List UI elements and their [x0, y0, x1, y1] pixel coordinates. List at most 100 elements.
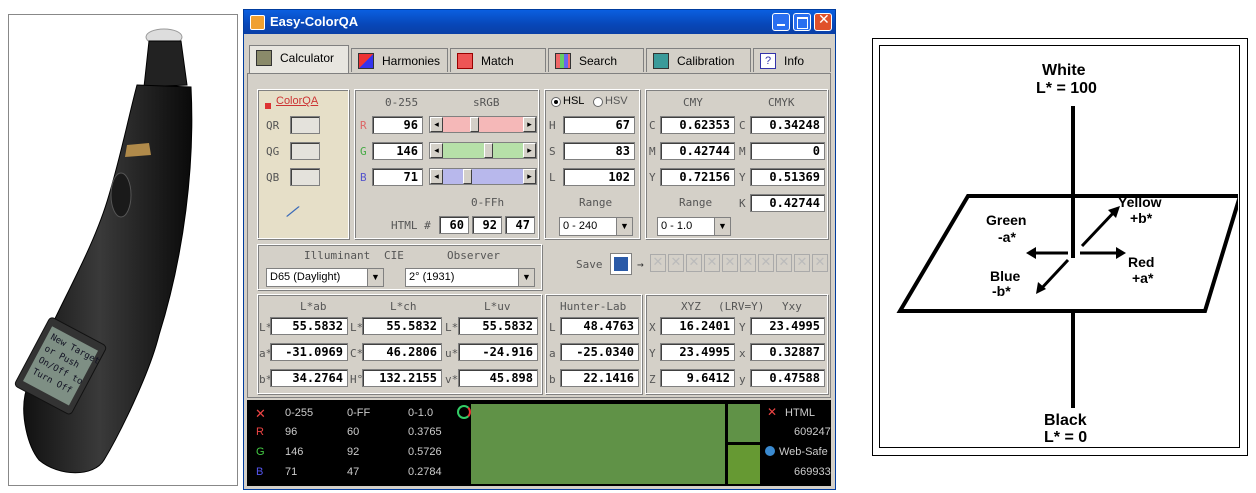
- saved-color-slot[interactable]: ✕: [794, 254, 810, 272]
- saved-color-slot[interactable]: ✕: [704, 254, 720, 272]
- b-slider[interactable]: ◂ ▸: [429, 168, 537, 185]
- r-slider-left-arrow[interactable]: ◂: [430, 117, 443, 132]
- cmyk-k-field[interactable]: 0.42744: [750, 194, 825, 212]
- luv-v-field[interactable]: 45.898: [458, 369, 538, 387]
- save-button[interactable]: [610, 253, 632, 275]
- l-label: L: [549, 171, 556, 184]
- xyz-y-field[interactable]: 23.4995: [660, 343, 735, 361]
- saved-color-slot[interactable]: ✕: [758, 254, 774, 272]
- hunter-b-label: b: [549, 373, 556, 386]
- hsl-radio[interactable]: [551, 97, 561, 107]
- lch-l-field[interactable]: 55.5832: [362, 317, 442, 335]
- saved-color-slot[interactable]: ✕: [740, 254, 756, 272]
- hsl-range-label: Range: [579, 196, 613, 209]
- lch-h-field[interactable]: 132.2155: [362, 369, 442, 387]
- saved-color-slot[interactable]: ✕: [686, 254, 702, 272]
- saved-color-slot[interactable]: ✕: [776, 254, 792, 272]
- b-value-field[interactable]: 71: [372, 168, 423, 186]
- b-slider-left-arrow[interactable]: ◂: [430, 169, 443, 184]
- tab-harmonies[interactable]: Harmonies: [351, 48, 448, 72]
- bottom-r-unit: 0.3765: [408, 426, 442, 438]
- xyz-title: XYZ: [681, 300, 701, 313]
- luv-l-field[interactable]: 55.5832: [458, 317, 538, 335]
- hunter-a-field[interactable]: -25.0340: [560, 343, 639, 361]
- cie-label: CIE: [384, 249, 404, 262]
- close-button[interactable]: ✕: [814, 12, 832, 31]
- qb-field[interactable]: [290, 168, 320, 186]
- bottom-b-label: B: [256, 466, 264, 478]
- hunter-l-field[interactable]: 48.4763: [560, 317, 639, 335]
- illuminant-select[interactable]: D65 (Daylight) ▼: [266, 268, 384, 287]
- luv-u-field[interactable]: -24.916: [458, 343, 538, 361]
- blue-label: Blue: [990, 268, 1021, 284]
- html-label: HTML: [785, 407, 815, 419]
- saved-color-slot[interactable]: ✕: [650, 254, 666, 272]
- cmy-m-field[interactable]: 0.42744: [660, 142, 735, 160]
- l-value-field[interactable]: 102: [563, 168, 635, 186]
- cmyk-y-field[interactable]: 0.51369: [750, 168, 825, 186]
- qr-field[interactable]: [290, 116, 320, 134]
- cmy-y-field[interactable]: 0.72156: [660, 168, 735, 186]
- bottom-r-label: R: [256, 426, 264, 438]
- b-slider-right-arrow[interactable]: ▸: [523, 169, 536, 184]
- lab-b-field[interactable]: 34.2764: [270, 369, 348, 387]
- xyz-x-field[interactable]: 16.2401: [660, 317, 735, 335]
- s-value-field[interactable]: 83: [563, 142, 635, 160]
- colorqa-title: ColorQA: [276, 95, 319, 107]
- lch-c-field[interactable]: 46.2806: [362, 343, 442, 361]
- saved-color-slot[interactable]: ✕: [668, 254, 684, 272]
- g-slider-right-arrow[interactable]: ▸: [523, 143, 536, 158]
- cmy-c-field[interactable]: 0.62353: [660, 116, 735, 134]
- r-slider[interactable]: ◂ ▸: [429, 116, 537, 133]
- r-value-field[interactable]: 96: [372, 116, 423, 134]
- no-picker-icon[interactable]: ✕: [255, 406, 266, 422]
- b-slider-thumb[interactable]: [463, 169, 472, 184]
- bottom-g-unit: 0.5726: [408, 446, 442, 458]
- hsv-radio[interactable]: [593, 97, 603, 107]
- bottom-b-hex: 47: [347, 466, 360, 478]
- saved-color-slot[interactable]: ✕: [722, 254, 738, 272]
- lab-a-field[interactable]: -31.0969: [270, 343, 348, 361]
- lab-l-field[interactable]: 55.5832: [270, 317, 348, 335]
- h-value-field[interactable]: 67: [563, 116, 635, 134]
- maximize-button[interactable]: [793, 13, 811, 31]
- hex-r-field[interactable]: 60: [439, 216, 469, 234]
- tab-match-label: Match: [481, 54, 514, 68]
- hex-g-field[interactable]: 92: [472, 216, 502, 234]
- saved-color-slot[interactable]: ✕: [812, 254, 828, 272]
- r-slider-thumb[interactable]: [470, 117, 479, 132]
- color-wheel-icon[interactable]: [457, 405, 471, 419]
- hsl-range-select[interactable]: 0 - 240 ▼: [559, 217, 633, 236]
- lrv-label: (LRV=Y): [718, 300, 765, 313]
- html-copy-icon[interactable]: ✕: [767, 405, 777, 419]
- r-slider-right-arrow[interactable]: ▸: [523, 117, 536, 132]
- cmy-range-value: 0 - 1.0: [661, 220, 693, 232]
- yxy-y-lower-field[interactable]: 0.47588: [750, 369, 825, 387]
- tab-calculator[interactable]: Calculator: [249, 45, 349, 73]
- qg-field[interactable]: [290, 142, 320, 160]
- tab-search[interactable]: Search: [548, 48, 644, 72]
- cmyk-c-field[interactable]: 0.34248: [750, 116, 825, 134]
- pipette-icon[interactable]: ⁄: [287, 202, 297, 223]
- yxy-x-field[interactable]: 0.32887: [750, 343, 825, 361]
- g-value-field[interactable]: 146: [372, 142, 423, 160]
- hunter-b-field[interactable]: 22.1416: [560, 369, 639, 387]
- hex-b-field[interactable]: 47: [505, 216, 535, 234]
- yxy-y-field[interactable]: 23.4995: [750, 317, 825, 335]
- minimize-button[interactable]: [772, 13, 790, 31]
- xyz-z-field[interactable]: 9.6412: [660, 369, 735, 387]
- ab-plane: [896, 194, 1238, 313]
- g-slider[interactable]: ◂ ▸: [429, 142, 537, 159]
- g-slider-thumb[interactable]: [484, 143, 493, 158]
- chevron-down-icon: ▼: [616, 218, 632, 235]
- tab-calibration[interactable]: Calibration: [646, 48, 751, 72]
- srgb-range-label: 0-255: [385, 96, 419, 109]
- g-slider-left-arrow[interactable]: ◂: [430, 143, 443, 158]
- observer-select[interactable]: 2° (1931) ▼: [405, 268, 535, 287]
- tab-match[interactable]: Match: [450, 48, 546, 72]
- tab-info[interactable]: ? Info: [753, 48, 831, 72]
- cmyk-m-field[interactable]: 0: [750, 142, 825, 160]
- cmy-range-select[interactable]: 0 - 1.0 ▼: [657, 217, 731, 236]
- globe-icon[interactable]: [765, 446, 775, 456]
- tab-calibration-label: Calibration: [677, 54, 735, 68]
